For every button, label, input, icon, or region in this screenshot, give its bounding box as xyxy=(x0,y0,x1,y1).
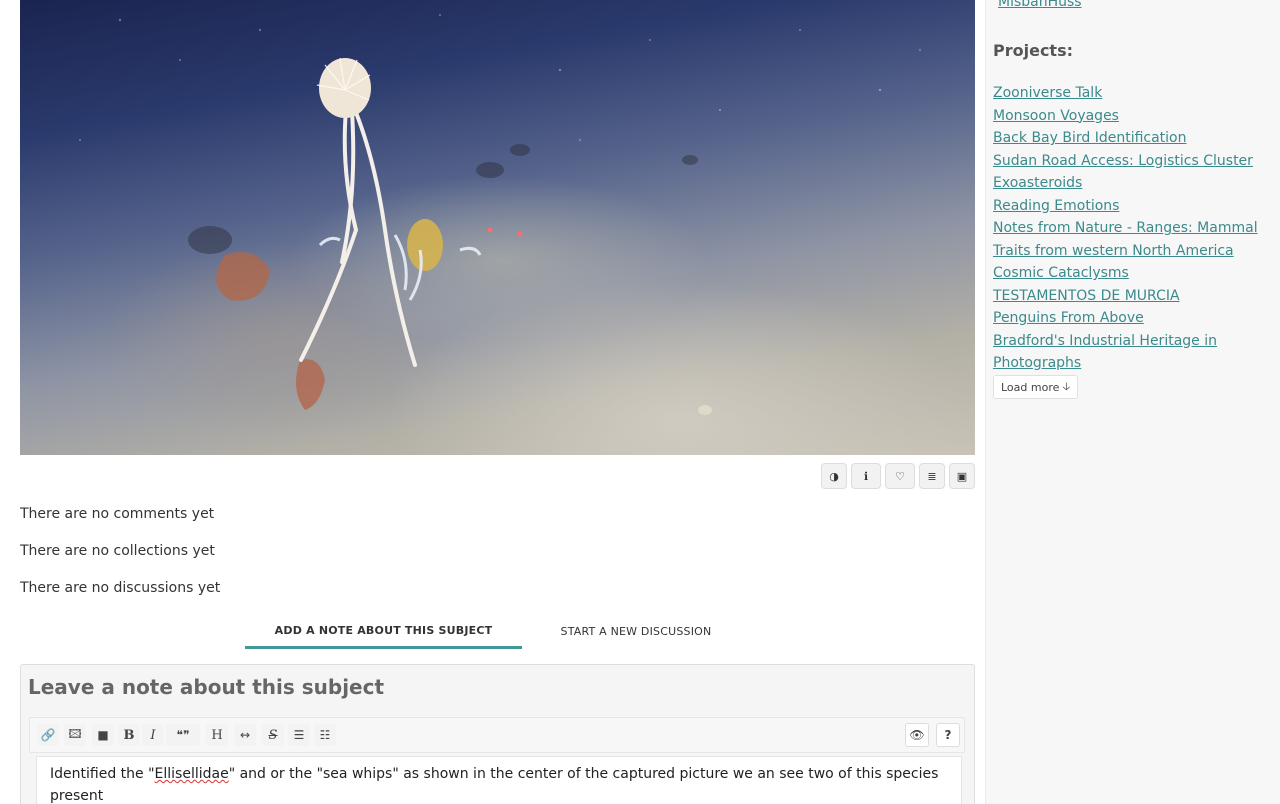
project-link[interactable]: Penguins From Above xyxy=(993,310,1144,326)
image-icon[interactable]: ▣ xyxy=(949,463,975,489)
heart-icon[interactable]: ♡ xyxy=(885,463,915,489)
user-link[interactable]: MisbahHuss xyxy=(998,0,1082,10)
subject-toolbar: ◑ ℹ ♡ ≣ ▣ xyxy=(821,463,975,489)
note-text-start: Identified the " xyxy=(50,766,155,782)
no-comments-text: There are no comments yet xyxy=(20,506,215,522)
list-item: Photographs xyxy=(993,352,1273,375)
list-item: Penguins From Above xyxy=(993,307,1273,330)
no-discussions-text: There are no discussions yet xyxy=(20,580,221,596)
no-collections-text: There are no collections yet xyxy=(20,543,215,559)
tab-add-note[interactable]: ADD A NOTE ABOUT THIS SUBJECT xyxy=(245,614,522,649)
help-icon[interactable]: ? xyxy=(936,723,960,747)
list-item: Back Bay Bird Identification xyxy=(993,127,1273,150)
strikethrough-icon[interactable]: S xyxy=(262,724,284,746)
project-link[interactable]: Back Bay Bird Identification xyxy=(993,130,1187,146)
project-link[interactable]: Bradford's Industrial Heritage in xyxy=(993,333,1217,349)
subject-image[interactable] xyxy=(20,0,975,455)
list-item: Reading Emotions xyxy=(993,195,1273,218)
list-item: Monsoon Voyages xyxy=(993,105,1273,128)
video-icon[interactable]: ■ xyxy=(92,724,114,746)
markdown-toolbar: 🔗 🖾 ■ B I ❝❞ H ↔ S ☰ ☷ 👁 ? xyxy=(29,717,965,753)
list-item: Notes from Nature - Ranges: Mammal xyxy=(993,217,1273,240)
list-item: Cosmic Cataclysms xyxy=(993,262,1273,285)
note-textarea[interactable]: Identified the "Ellisellidae" and or the… xyxy=(36,756,962,804)
list-item: Bradford's Industrial Heritage in xyxy=(993,330,1273,353)
invert-icon[interactable]: ◑ xyxy=(821,463,847,489)
insert-image-icon[interactable]: 🖾 xyxy=(64,724,86,746)
load-more-label: Load more xyxy=(1001,380,1060,394)
project-link[interactable]: Sudan Road Access: Logistics Cluster xyxy=(993,153,1253,169)
italic-icon[interactable]: I xyxy=(142,724,164,746)
project-link[interactable]: Photographs xyxy=(993,355,1081,371)
note-form-title: Leave a note about this subject xyxy=(28,675,385,699)
project-link[interactable]: Zooniverse Talk xyxy=(993,85,1102,101)
horizontal-rule-icon[interactable]: ↔ xyxy=(234,724,256,746)
sidebar: MisbahHuss Projects: Zooniverse Talk Mon… xyxy=(985,0,1280,804)
quote-icon[interactable]: ❝❞ xyxy=(166,724,200,746)
projects-heading: Projects: xyxy=(993,41,1073,60)
numbered-list-icon[interactable]: ☷ xyxy=(314,724,336,746)
seafloor-illustration xyxy=(79,14,921,415)
list-item: Sudan Road Access: Logistics Cluster xyxy=(993,150,1273,173)
tab-new-discussion[interactable]: START A NEW DISCUSSION xyxy=(522,614,750,649)
project-link[interactable]: Monsoon Voyages xyxy=(993,108,1119,124)
list-item: Zooniverse Talk xyxy=(993,82,1273,105)
list-item: Exoasteroids xyxy=(993,172,1273,195)
project-link[interactable]: Traits from western North America xyxy=(993,243,1234,259)
list-icon[interactable]: ≣ xyxy=(919,463,945,489)
heading-icon[interactable]: H xyxy=(206,724,228,746)
note-form: Leave a note about this subject 🔗 🖾 ■ B … xyxy=(20,664,975,804)
project-link[interactable]: TESTAMENTOS DE MURCIA xyxy=(993,288,1180,304)
projects-list: Zooniverse Talk Monsoon Voyages Back Bay… xyxy=(993,82,1273,375)
note-tabs: ADD A NOTE ABOUT THIS SUBJECT START A NE… xyxy=(245,614,755,650)
list-item: TESTAMENTOS DE MURCIA xyxy=(993,285,1273,308)
bold-icon[interactable]: B xyxy=(118,724,140,746)
project-link[interactable]: Cosmic Cataclysms xyxy=(993,265,1129,281)
info-icon[interactable]: ℹ xyxy=(851,463,881,489)
arrow-down-icon: 🡣 xyxy=(1062,379,1071,393)
load-more-button[interactable]: Load more 🡣 xyxy=(993,375,1079,399)
project-link[interactable]: Exoasteroids xyxy=(993,175,1082,191)
link-icon[interactable]: 🔗 xyxy=(37,724,59,746)
project-link[interactable]: Notes from Nature - Ranges: Mammal xyxy=(993,220,1258,236)
project-link[interactable]: Reading Emotions xyxy=(993,198,1119,214)
list-item: Traits from western North America xyxy=(993,240,1273,263)
bulleted-list-icon[interactable]: ☰ xyxy=(288,724,310,746)
misspelled-word: Ellisellidae xyxy=(154,766,229,782)
preview-icon[interactable]: 👁 xyxy=(905,723,929,747)
